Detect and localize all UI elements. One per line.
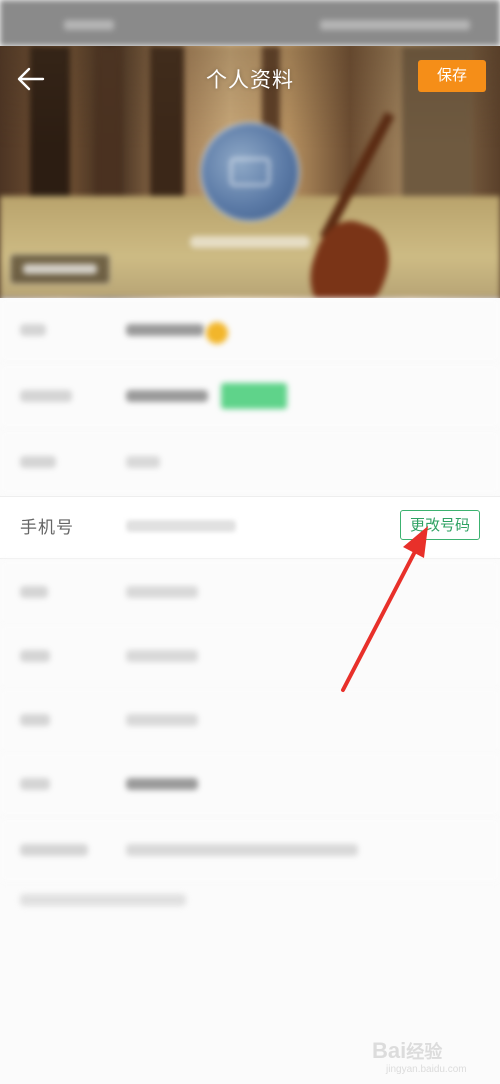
divider [0, 558, 500, 559]
profile-row-company[interactable] [0, 752, 500, 816]
watermark-logo: Bai经验 [372, 1038, 443, 1063]
status-bar [0, 0, 500, 46]
phone-value [126, 520, 236, 532]
avatar-hint [190, 236, 310, 248]
camera-icon [230, 158, 270, 186]
footer-note [20, 894, 186, 906]
phone-label: 手机号 [20, 518, 74, 537]
profile-row-location[interactable] [0, 624, 500, 688]
profile-row-signature[interactable] [0, 818, 500, 882]
avatar[interactable] [200, 122, 300, 222]
status-badge [221, 383, 287, 409]
profile-row-birthday[interactable] [0, 560, 500, 624]
profile-row-hometown[interactable] [0, 688, 500, 752]
profile-row-phone: 手机号 更改号码 [0, 496, 500, 558]
save-button[interactable]: 保存 [418, 60, 486, 92]
profile-row-gender[interactable] [0, 430, 500, 494]
profile-row-nickname[interactable] [0, 298, 500, 362]
change-cover-button[interactable] [10, 254, 110, 284]
change-number-button[interactable]: 更改号码 [400, 510, 480, 540]
status-time [64, 20, 114, 30]
profile-header: 个人资料 保存 [0, 46, 500, 298]
emoji-icon [206, 322, 228, 344]
back-arrow-icon [17, 67, 45, 91]
watermark-domain: jingyan.baidu.com [386, 1064, 467, 1075]
status-icons [320, 20, 470, 30]
page-title: 个人资料 [206, 69, 294, 92]
divider [0, 496, 500, 497]
back-button[interactable] [14, 62, 48, 96]
